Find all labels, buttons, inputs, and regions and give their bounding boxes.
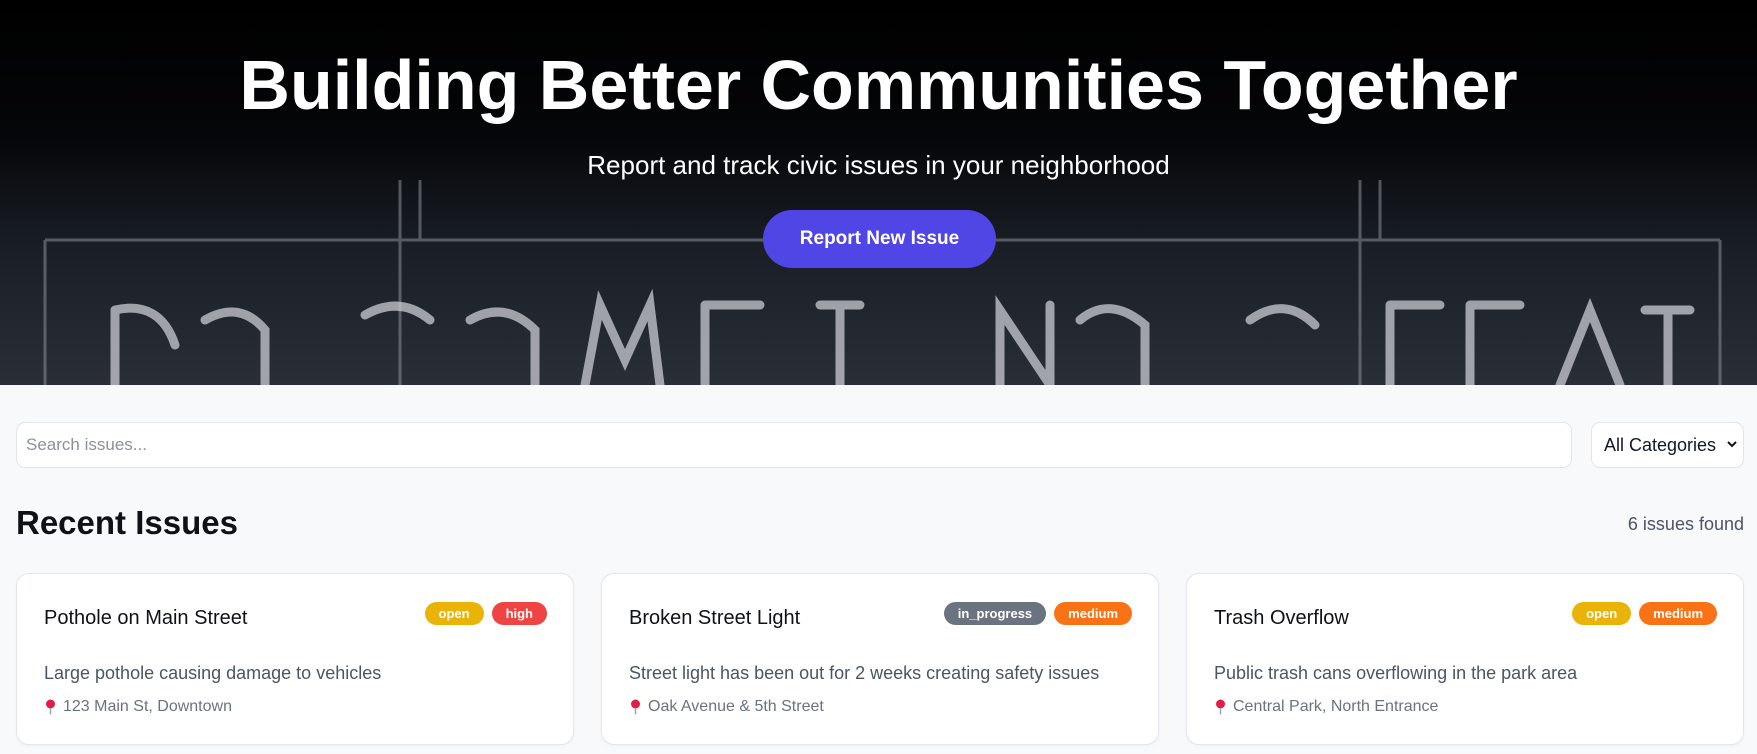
issue-count: 6 issues found — [1627, 514, 1744, 534]
report-new-issue-button[interactable]: Report New Issue — [763, 210, 996, 268]
issue-location: Central Park, North Entrance — [1214, 698, 1438, 716]
issue-description: Public trash cans overflowing in the par… — [1214, 663, 1578, 683]
issue-title: Broken Street Light — [629, 607, 801, 629]
issue-description: Large pothole causing damage to vehicles — [44, 663, 382, 683]
status-badge: in_progress — [943, 602, 1047, 625]
category-select[interactable]: All Categories — [1591, 422, 1744, 468]
priority-badge: medium — [1054, 602, 1132, 625]
priority-badge: medium — [1639, 602, 1717, 625]
issue-location-text: Oak Avenue & 5th Street — [648, 698, 824, 715]
issue-card[interactable]: Pothole on Main Street open high Large p… — [16, 573, 574, 745]
status-badge: open — [1572, 602, 1632, 625]
map-pin-icon — [1216, 699, 1225, 715]
category-select-value: All Categories — [1604, 434, 1717, 455]
hero-subtitle: Report and track civic issues in your ne… — [587, 150, 1170, 180]
issue-location-text: 123 Main St, Downtown — [63, 698, 232, 715]
map-pin-icon — [631, 699, 640, 715]
chevron-down-icon — [1727, 437, 1737, 452]
priority-badge: high — [491, 602, 547, 625]
issue-description: Street light has been out for 2 weeks cr… — [629, 663, 1100, 683]
issue-title: Pothole on Main Street — [44, 607, 248, 629]
issue-title: Trash Overflow — [1214, 607, 1349, 629]
map-pin-icon — [46, 699, 55, 715]
section-title: Recent Issues — [16, 504, 238, 541]
hero-title: Building Better Communities Together — [239, 46, 1518, 124]
status-badge: open — [424, 602, 484, 625]
issue-card[interactable]: Broken Street Light in_progress medium S… — [601, 573, 1159, 745]
issue-location: Oak Avenue & 5th Street — [629, 698, 824, 716]
issue-location-text: Central Park, North Entrance — [1233, 698, 1439, 715]
hero-banner: Building Better Communities Together Rep… — [0, 0, 1757, 385]
search-input[interactable] — [16, 422, 1572, 468]
issue-location: 123 Main St, Downtown — [44, 698, 232, 716]
issue-card[interactable]: Trash Overflow open medium Public trash … — [1186, 573, 1744, 745]
